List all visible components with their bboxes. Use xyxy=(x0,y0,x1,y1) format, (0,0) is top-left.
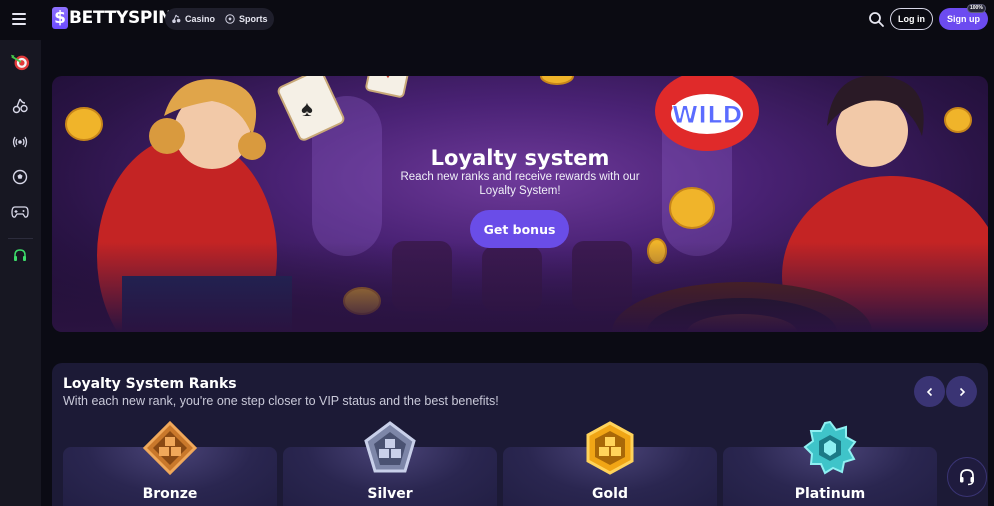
hero-subtitle: Reach new ranks and receive rewards with… xyxy=(400,171,640,197)
menu-icon[interactable] xyxy=(12,13,26,25)
chevron-left-icon xyxy=(926,387,932,396)
hero-title: Loyalty system xyxy=(430,146,610,170)
svg-text:♦: ♦ xyxy=(384,76,392,82)
sidebar-item-casino[interactable] xyxy=(10,96,30,116)
ranks-prev-button[interactable] xyxy=(914,376,945,407)
rank-name: Gold xyxy=(592,486,628,502)
silver-rank-icon xyxy=(364,421,416,473)
sidebar-item-promotions[interactable] xyxy=(10,52,30,72)
main-nav: Casino Sports xyxy=(165,8,274,30)
bronze-rank-icon xyxy=(143,421,197,475)
ranks-next-button[interactable] xyxy=(946,376,977,407)
dartboard-icon xyxy=(10,54,30,71)
rank-name: Bronze xyxy=(142,486,198,502)
nav-casino[interactable]: Casino xyxy=(171,14,215,24)
soccer-ball-icon xyxy=(12,169,28,185)
sidebar-item-support[interactable] xyxy=(10,246,30,266)
live-broadcast-icon xyxy=(12,136,28,148)
headset-icon xyxy=(14,249,26,261)
cherries-icon xyxy=(12,98,28,114)
rank-name: Platinum xyxy=(794,486,866,502)
login-button[interactable]: Log in xyxy=(890,8,933,30)
support-chat-button[interactable] xyxy=(947,457,987,497)
sidebar xyxy=(0,40,41,506)
chevron-right-icon xyxy=(959,387,965,396)
svg-text:WILD: WILD xyxy=(672,101,743,129)
sidebar-item-live[interactable] xyxy=(10,132,30,152)
cherries-icon xyxy=(172,14,181,23)
sidebar-item-games[interactable] xyxy=(10,202,30,222)
nav-sports-label: Sports xyxy=(239,14,268,24)
soccer-ball-icon xyxy=(225,14,235,24)
hero-floor-shade xyxy=(52,242,988,332)
hero-banner: WILD ♠ ♦ Loyalty system Reach new ranks … xyxy=(52,76,988,332)
sidebar-divider xyxy=(8,238,33,239)
top-bar: $ BETTYSPIN Casino Sports Log in Sign up… xyxy=(0,0,994,40)
nav-sports[interactable]: Sports xyxy=(225,14,268,24)
gamepad-icon xyxy=(11,206,29,218)
svg-text:♠: ♠ xyxy=(301,96,313,121)
headset-icon xyxy=(960,469,974,486)
sidebar-item-sports[interactable] xyxy=(10,167,30,187)
signup-bonus-badge: 100% xyxy=(967,4,986,13)
nav-casino-label: Casino xyxy=(185,14,216,24)
logo-mark: $ xyxy=(52,7,68,29)
platinum-rank-icon xyxy=(803,421,857,475)
gold-rank-icon xyxy=(586,421,634,475)
logo[interactable]: $ BETTYSPIN xyxy=(52,7,172,29)
ranks-subtitle: With each new rank, you're one step clos… xyxy=(63,394,499,408)
logo-text: BETTYSPIN xyxy=(69,8,173,28)
rank-name: Silver xyxy=(367,486,413,502)
search-icon[interactable] xyxy=(868,11,885,28)
ranks-title: Loyalty System Ranks xyxy=(63,376,237,392)
get-bonus-button[interactable]: Get bonus xyxy=(470,210,569,248)
